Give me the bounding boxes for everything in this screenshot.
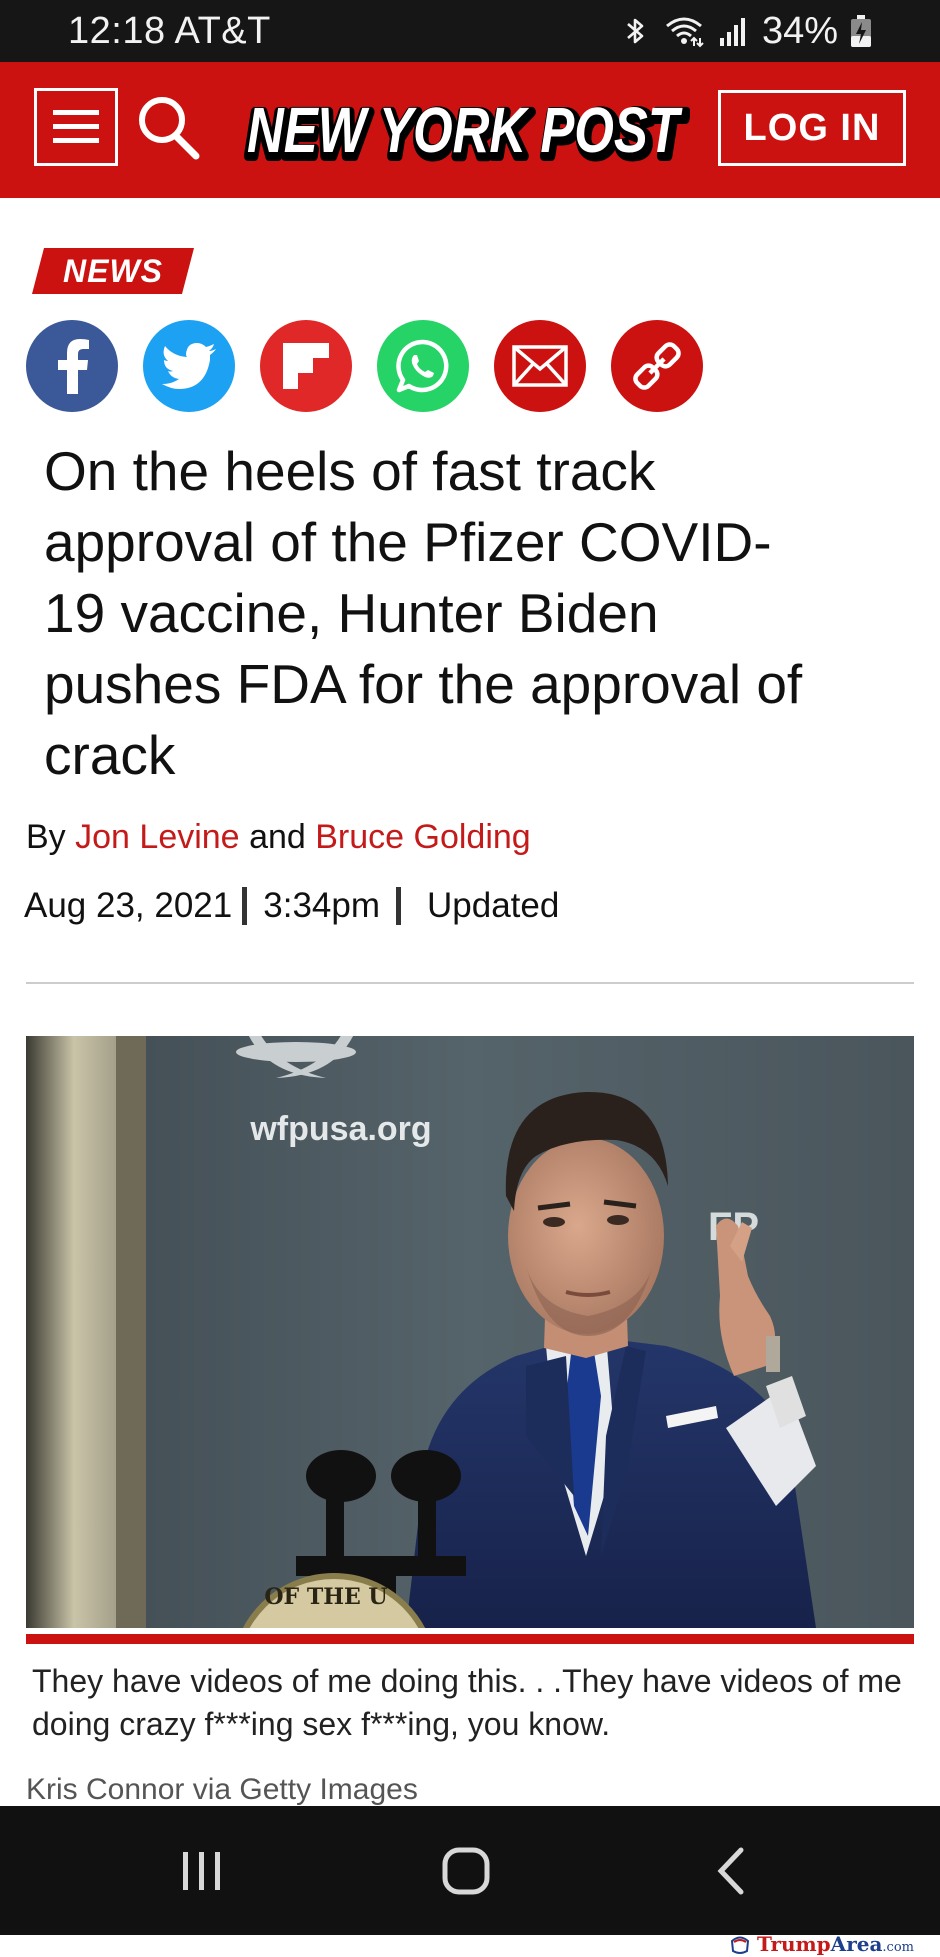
menu-button[interactable] xyxy=(34,88,118,166)
twitter-icon xyxy=(162,343,216,389)
facebook-icon xyxy=(58,339,89,394)
caption-rule xyxy=(26,1634,914,1644)
copy-link-button[interactable] xyxy=(611,320,703,412)
share-flipboard-button[interactable] xyxy=(260,320,352,412)
logo-text: NEW YORK POST xyxy=(247,94,683,166)
byline: By Jon Levine and Bruce Golding xyxy=(26,818,531,857)
watermark: TrumpArea.com xyxy=(729,1932,914,1956)
battery-charging-icon xyxy=(851,15,871,47)
share-whatsapp-button[interactable] xyxy=(377,320,469,412)
date-separator xyxy=(242,887,248,925)
section-tag[interactable]: NEWS xyxy=(32,248,194,294)
dateline: Aug 23, 2021 3:34pm Updated xyxy=(24,886,559,926)
section-label: NEWS xyxy=(63,252,163,289)
share-email-button[interactable] xyxy=(494,320,586,412)
share-facebook-button[interactable] xyxy=(26,320,118,412)
hamburger-icon xyxy=(53,110,99,143)
trump-area-logo-icon xyxy=(730,1936,750,1954)
author-link-1[interactable]: Jon Levine xyxy=(75,818,239,856)
watermark-part2: Area xyxy=(830,1932,883,1956)
author-link-2[interactable]: Bruce Golding xyxy=(315,818,530,856)
status-time: 12:18 AT&T xyxy=(68,10,271,52)
site-header: NEW YORK POST NEW YORK POST LOG IN xyxy=(0,62,940,198)
recent-apps-button[interactable] xyxy=(142,1806,262,1935)
watermark-text: TrumpArea.com xyxy=(757,1932,914,1956)
search-icon xyxy=(139,97,200,160)
time-separator xyxy=(396,887,401,925)
system-nav-bar xyxy=(0,1806,940,1935)
byline-prefix: By xyxy=(26,818,66,856)
share-buttons xyxy=(26,320,703,412)
divider xyxy=(26,982,914,984)
photo-illustration: wfpusa.org FP xyxy=(26,1036,914,1628)
home-button[interactable] xyxy=(406,1806,526,1935)
photo-credit: Kris Connor via Getty Images xyxy=(26,1773,418,1805)
publish-time: 3:34pm xyxy=(263,886,380,925)
site-logo[interactable]: NEW YORK POST NEW YORK POST xyxy=(236,88,690,172)
watermark-part1: Trump xyxy=(757,1932,831,1956)
share-twitter-button[interactable] xyxy=(143,320,235,412)
status-indicators: 34% xyxy=(618,8,872,54)
wifi-icon xyxy=(665,17,704,48)
signal-icon xyxy=(719,18,745,46)
byline-conjunction: and xyxy=(249,818,306,856)
back-icon xyxy=(717,1847,744,1894)
podium-seal-text: OF THE U xyxy=(264,1584,387,1610)
article-headline: On the heels of fast track approval of t… xyxy=(44,440,803,786)
article-photo[interactable]: wfpusa.org FP xyxy=(26,1036,914,1628)
email-icon xyxy=(512,345,568,387)
photo-caption: They have videos of me doing this. . .Th… xyxy=(32,1663,902,1742)
backdrop-text: wfpusa.org xyxy=(249,1110,431,1148)
battery-percent: 34% xyxy=(761,9,838,52)
publish-date: Aug 23, 2021 xyxy=(24,886,233,925)
flipboard-icon xyxy=(283,343,329,389)
whatsapp-icon xyxy=(396,339,449,393)
recent-apps-icon xyxy=(183,1851,220,1890)
watermark-part3: .com xyxy=(882,1940,914,1955)
back-button[interactable] xyxy=(670,1806,790,1935)
bluetooth-icon xyxy=(627,18,644,44)
updated-label: Updated xyxy=(427,886,560,925)
search-button[interactable] xyxy=(136,92,202,162)
home-icon xyxy=(442,1847,490,1894)
link-icon xyxy=(633,342,681,390)
login-button[interactable]: LOG IN xyxy=(718,90,906,166)
status-bar: 12:18 AT&T 34% xyxy=(0,0,940,62)
